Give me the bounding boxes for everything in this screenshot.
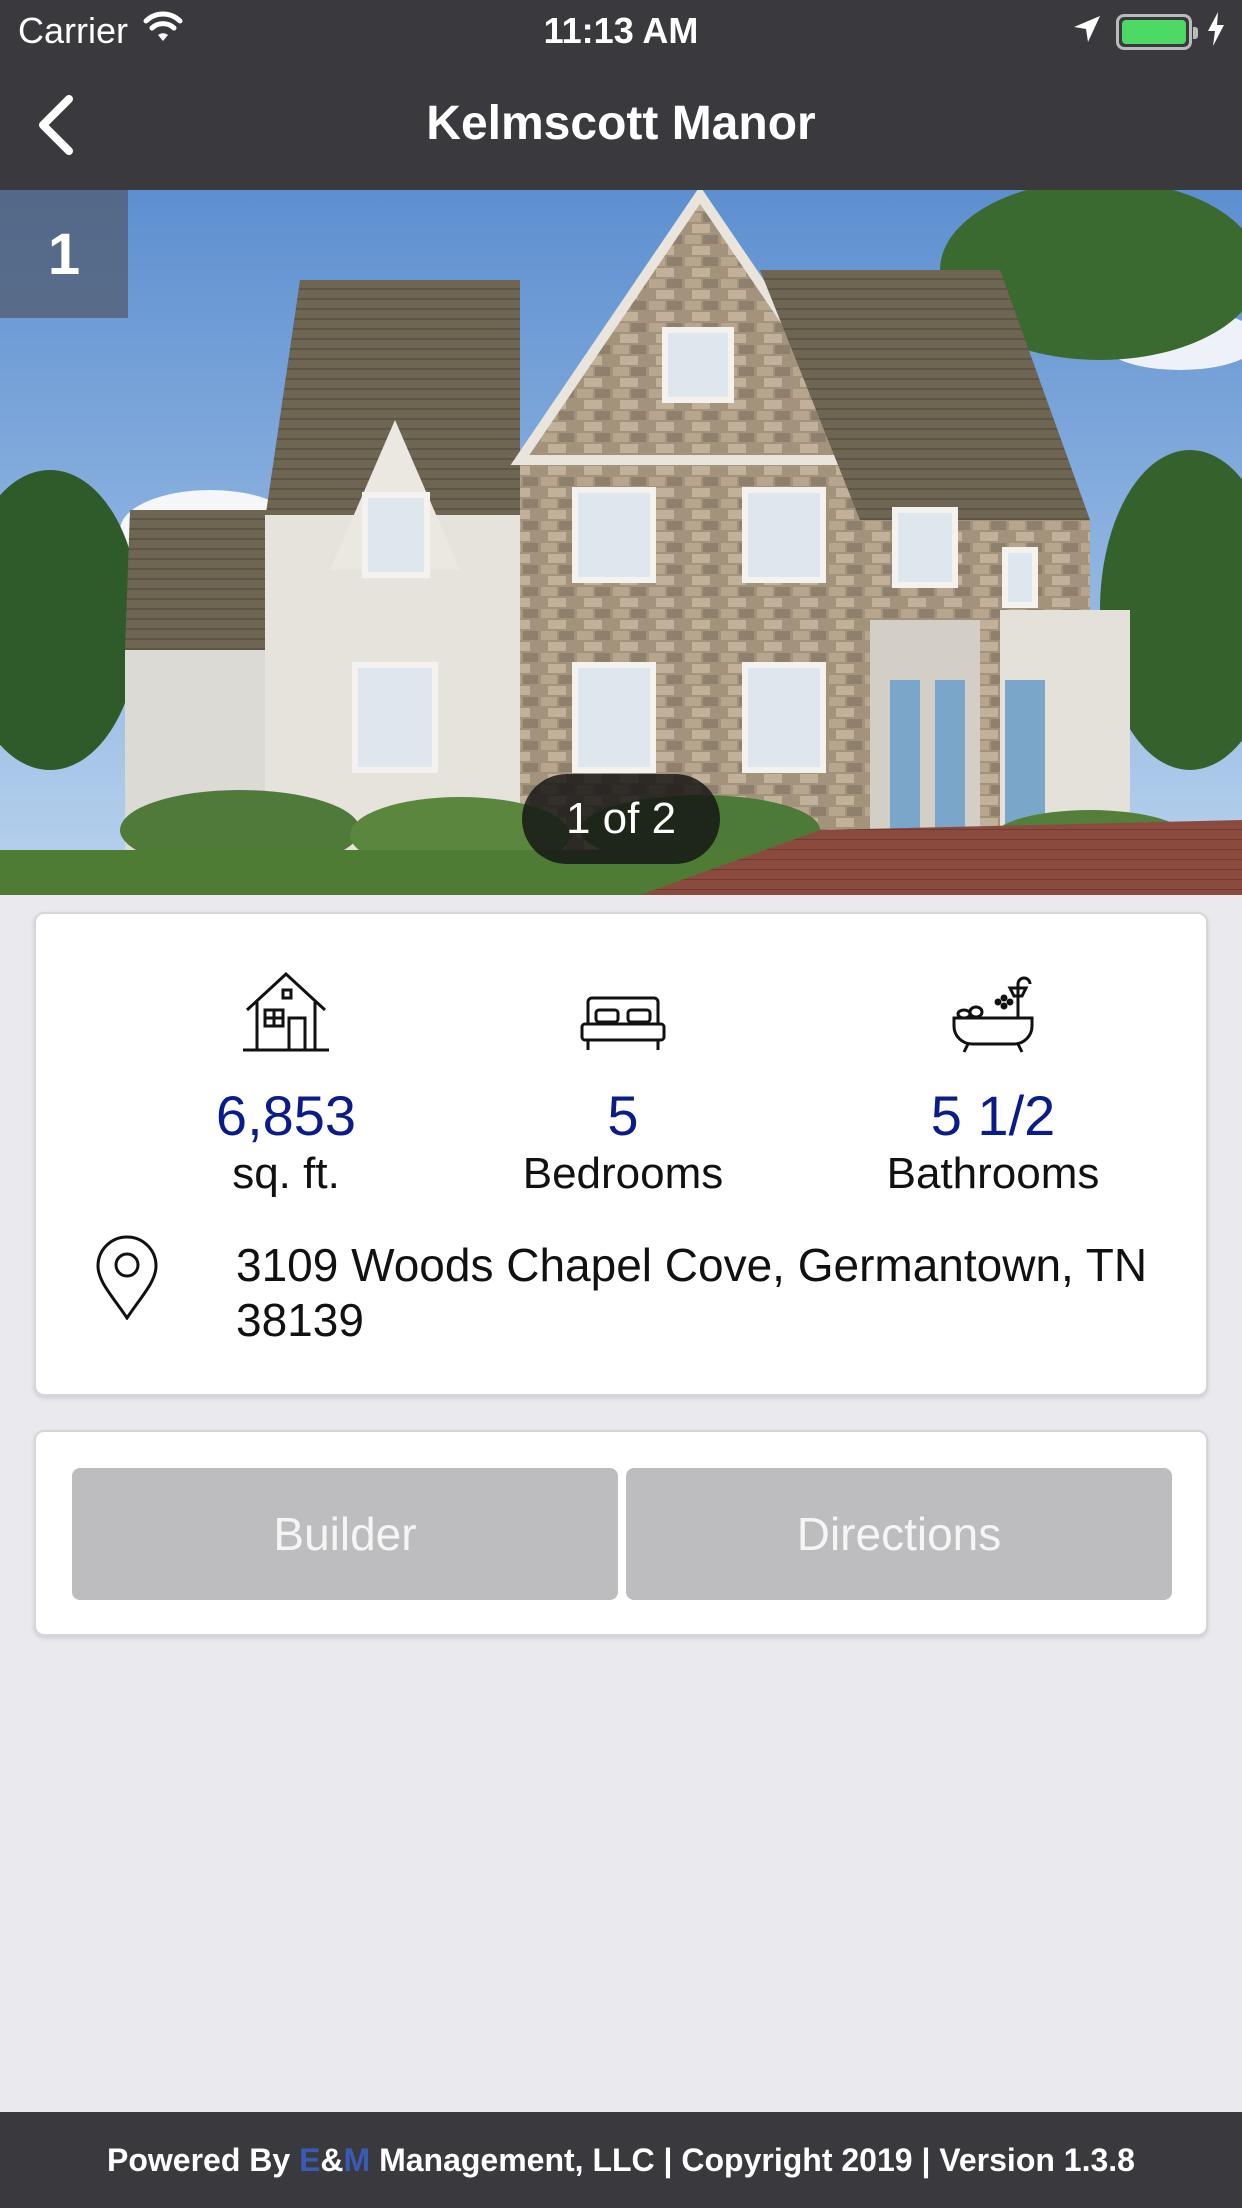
- footer-brand-e: E: [299, 2141, 321, 2178]
- bathtub-icon: [803, 964, 1183, 1054]
- nav-bar: Kelmscott Manor: [0, 62, 1242, 190]
- image-pager: 1 of 2: [522, 774, 720, 864]
- footer-prefix: Powered By: [107, 2141, 300, 2178]
- status-time: 11:13 AM: [543, 10, 699, 51]
- battery-icon: [1116, 13, 1198, 50]
- footer-brand-amp: &: [320, 2141, 344, 2178]
- bedrooms-label: Bedrooms: [522, 1149, 724, 1198]
- directions-button[interactable]: Directions: [626, 1468, 1172, 1600]
- bathrooms-value: 5 1/2: [930, 1084, 1056, 1147]
- sqft-value: 6,853: [215, 1084, 357, 1147]
- stat-sqft: 6,853 sq. ft.: [96, 964, 476, 1200]
- battery-fill: [1122, 19, 1186, 44]
- builder-button[interactable]: Builder: [72, 1468, 618, 1600]
- photo-gallery[interactable]: 1 1 of 2: [0, 190, 1242, 895]
- status-bar: Carrier 11:13 AM: [0, 0, 1242, 62]
- status-right: [1072, 12, 1226, 51]
- bed-icon: [433, 964, 813, 1054]
- house-icon: [96, 964, 476, 1054]
- footer-suffix: Management, LLC | Copyright 2019 | Versi…: [370, 2141, 1135, 2178]
- map-pin-icon: [94, 1234, 160, 1325]
- home-info-card: 6,853 sq. ft. 5 Bedrooms 5 1/2 Bathrooms…: [34, 912, 1208, 1396]
- stat-bathrooms: 5 1/2 Bathrooms: [803, 964, 1183, 1200]
- footer: Powered By E & M Management, LLC | Copyr…: [0, 2112, 1242, 2208]
- charging-bolt-icon: [1206, 12, 1226, 51]
- actions-card: Builder Directions: [34, 1430, 1208, 1636]
- image-index-badge: 1: [0, 190, 128, 318]
- address-text: 3109 Woods Chapel Cove, Germantown, TN 3…: [236, 1239, 1148, 1346]
- header: Carrier 11:13 AM Kelmscott Manor: [0, 0, 1242, 190]
- stat-bedrooms: 5 Bedrooms: [433, 964, 813, 1200]
- location-arrow-icon: [1072, 14, 1102, 49]
- bathrooms-label: Bathrooms: [886, 1149, 1100, 1198]
- sqft-label: sq. ft.: [232, 1149, 340, 1198]
- bedrooms-value: 5: [607, 1084, 639, 1147]
- page-title: Kelmscott Manor: [426, 97, 816, 150]
- footer-brand-m: M: [343, 2141, 371, 2178]
